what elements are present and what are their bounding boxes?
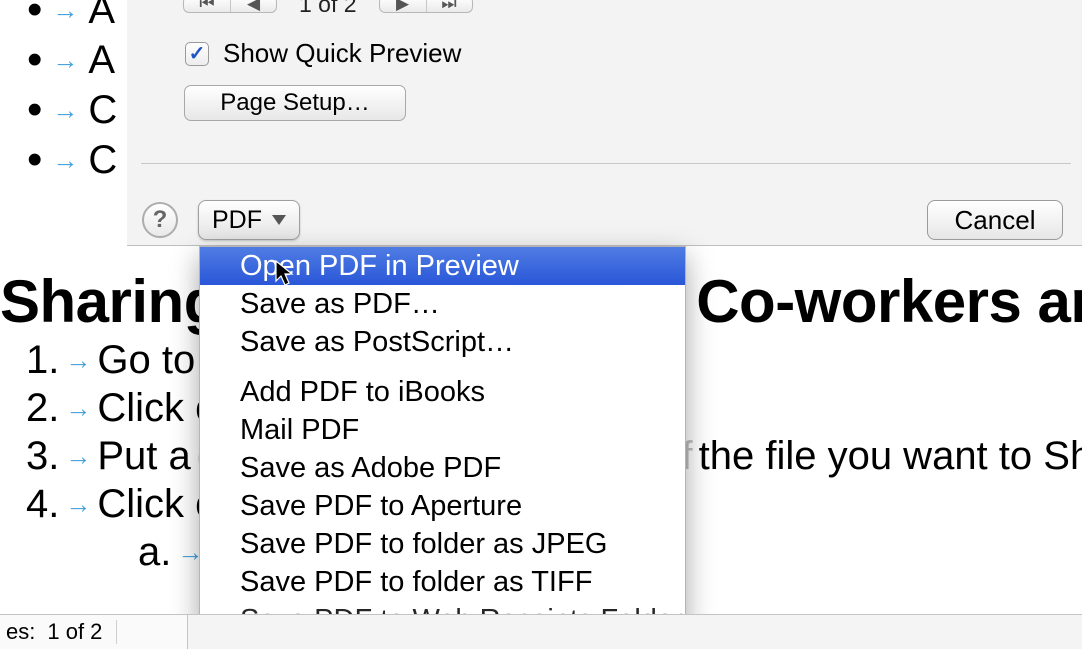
menu-item-label: Save PDF to folder as JPEG: [240, 528, 607, 560]
list-number: a.: [138, 528, 171, 576]
menu-item-add-pdf-ibooks[interactable]: Add PDF to iBooks: [200, 373, 685, 411]
bullet-icon: •: [27, 85, 42, 135]
tab-arrow-icon: →: [65, 432, 91, 480]
pdf-dropdown-menu[interactable]: Open PDF in Preview Save as PDF… Save as…: [199, 246, 686, 642]
page-nav: ⏮ ◀ 1 of 2 ▶ ⏭: [183, 0, 473, 14]
question-mark-icon: ?: [153, 206, 168, 234]
button-label: Page Setup…: [220, 89, 369, 117]
list-item: • → C: [27, 85, 117, 135]
menu-item-label: Open PDF in Preview: [240, 250, 519, 282]
page-setup-button[interactable]: Page Setup…: [184, 85, 406, 121]
menu-item-save-pdf-folder-jpeg[interactable]: Save PDF to folder as JPEG: [200, 525, 685, 563]
list-item-text: Go to: [97, 336, 195, 384]
separator: [116, 620, 117, 644]
menu-item-label: Save as Adobe PDF: [240, 452, 501, 484]
button-label: PDF: [212, 206, 262, 235]
separator: [141, 163, 1071, 164]
bullet-icon: •: [27, 135, 42, 185]
tab-arrow-icon: →: [52, 0, 78, 35]
menu-item-label: Save PDF to Aperture: [240, 490, 522, 522]
next-page-icon[interactable]: ▶: [380, 0, 426, 12]
list-item-text: A: [88, 0, 115, 35]
menu-item-open-pdf-preview[interactable]: Open PDF in Preview: [200, 247, 685, 285]
tab-arrow-icon: →: [65, 384, 91, 432]
menu-item-save-as-pdf[interactable]: Save as PDF…: [200, 285, 685, 323]
status-label: es:: [6, 619, 35, 645]
checkbox-icon[interactable]: ✓: [185, 42, 209, 66]
menu-item-save-pdf-aperture[interactable]: Save PDF to Aperture: [200, 487, 685, 525]
cancel-button[interactable]: Cancel: [927, 200, 1063, 240]
status-bar-right: [188, 614, 1082, 649]
tab-arrow-icon: →: [52, 135, 78, 185]
bullet-list: • → A • → A • → C • → C: [27, 0, 117, 185]
page-indicator: 1 of 2: [299, 0, 357, 18]
list-item: • → C: [27, 135, 117, 185]
status-bar: es: 1 of 2: [0, 614, 188, 649]
list-item-text: C: [88, 135, 117, 185]
menu-item-save-as-postscript[interactable]: Save as PostScript…: [200, 323, 685, 361]
heading-text: Co-workers an: [696, 268, 1082, 336]
list-number: 3.: [26, 432, 59, 480]
page-nav-back-group[interactable]: ⏮ ◀: [183, 0, 277, 13]
list-item-text: the file you want to Sha: [699, 432, 1082, 480]
list-item: • → A: [27, 35, 117, 85]
button-label: Cancel: [955, 205, 1036, 236]
last-page-icon[interactable]: ⏭: [426, 0, 472, 12]
menu-item-save-pdf-folder-tiff[interactable]: Save PDF to folder as TIFF: [200, 563, 685, 601]
menu-item-label: Mail PDF: [240, 414, 359, 446]
heading-text: Sharing: [0, 268, 220, 336]
list-number: 4.: [26, 480, 59, 528]
list-number: 1.: [26, 336, 59, 384]
pdf-dropdown-button[interactable]: PDF: [198, 200, 300, 240]
menu-item-save-adobe-pdf[interactable]: Save as Adobe PDF: [200, 449, 685, 487]
list-item-text: Put a: [97, 432, 190, 480]
list-item: • → A: [27, 0, 117, 35]
menu-item-label: Save PDF to folder as TIFF: [240, 566, 592, 598]
help-button[interactable]: ?: [142, 202, 178, 238]
bullet-icon: •: [27, 35, 42, 85]
chevron-down-icon: [272, 215, 286, 225]
checkbox-label: Show Quick Preview: [223, 38, 461, 69]
menu-item-label: Save as PostScript…: [240, 326, 514, 358]
first-page-icon[interactable]: ⏮: [184, 0, 230, 12]
checkmark-icon: ✓: [189, 44, 206, 64]
menu-item-mail-pdf[interactable]: Mail PDF: [200, 411, 685, 449]
tab-arrow-icon: →: [65, 336, 91, 384]
page-nav-fwd-group[interactable]: ▶ ⏭: [379, 0, 473, 13]
list-number: 2.: [26, 384, 59, 432]
show-quick-preview-checkbox[interactable]: ✓ Show Quick Preview: [185, 38, 461, 69]
menu-item-label: Save as PDF…: [240, 288, 440, 320]
tab-arrow-icon: →: [52, 85, 78, 135]
status-pages: 1 of 2: [47, 619, 102, 645]
print-dialog: ⏮ ◀ 1 of 2 ▶ ⏭ ✓ Show Quick Preview Page…: [127, 0, 1082, 246]
tab-arrow-icon: →: [65, 480, 91, 528]
menu-item-label: Add PDF to iBooks: [240, 376, 485, 408]
list-item-text: C: [88, 85, 117, 135]
prev-page-icon[interactable]: ◀: [230, 0, 276, 12]
bullet-icon: •: [27, 0, 42, 35]
list-item-text: A: [88, 35, 115, 85]
tab-arrow-icon: →: [52, 35, 78, 85]
